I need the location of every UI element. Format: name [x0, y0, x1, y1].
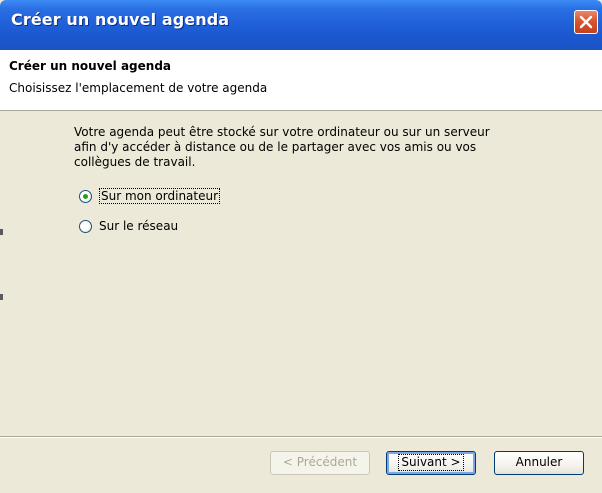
footer-divider: [0, 436, 602, 438]
title-bar[interactable]: Créer un nouvel agenda: [0, 0, 602, 50]
next-button[interactable]: Suivant >: [386, 451, 476, 475]
option-local-computer[interactable]: Sur mon ordinateur: [79, 188, 239, 206]
resize-edge-marker: [0, 294, 3, 300]
resize-edge-marker: [0, 229, 3, 235]
cancel-button[interactable]: Annuler: [494, 451, 584, 475]
close-button[interactable]: [574, 10, 598, 34]
dialog-window: Créer un nouvel agenda Créer un nouvel a…: [0, 0, 602, 493]
radio-network[interactable]: [79, 220, 92, 233]
radio-local-computer[interactable]: [79, 190, 92, 203]
option-network[interactable]: Sur le réseau: [79, 218, 209, 236]
description-text: Votre agenda peut être stocké sur votre …: [74, 125, 544, 170]
previous-button[interactable]: < Précédent: [270, 451, 370, 475]
description-line: collègues de travail.: [74, 155, 196, 169]
option-label: Sur mon ordinateur: [99, 188, 221, 204]
window-title: Créer un nouvel agenda: [11, 10, 230, 29]
button-label: Annuler: [515, 455, 563, 469]
page-subtitle: Choisissez l'emplacement de votre agenda: [9, 81, 268, 95]
button-label: Suivant >: [398, 454, 464, 471]
wizard-header: Créer un nouvel agenda Choisissez l'empl…: [0, 50, 602, 111]
option-label: Sur le réseau: [99, 219, 179, 233]
button-label: < Précédent: [282, 455, 358, 469]
page-title: Créer un nouvel agenda: [9, 59, 171, 73]
description-line: afin d'y accéder à distance ou de le par…: [74, 140, 477, 154]
radio-selected-dot: [83, 194, 88, 199]
description-line: Votre agenda peut être stocké sur votre …: [74, 125, 490, 139]
